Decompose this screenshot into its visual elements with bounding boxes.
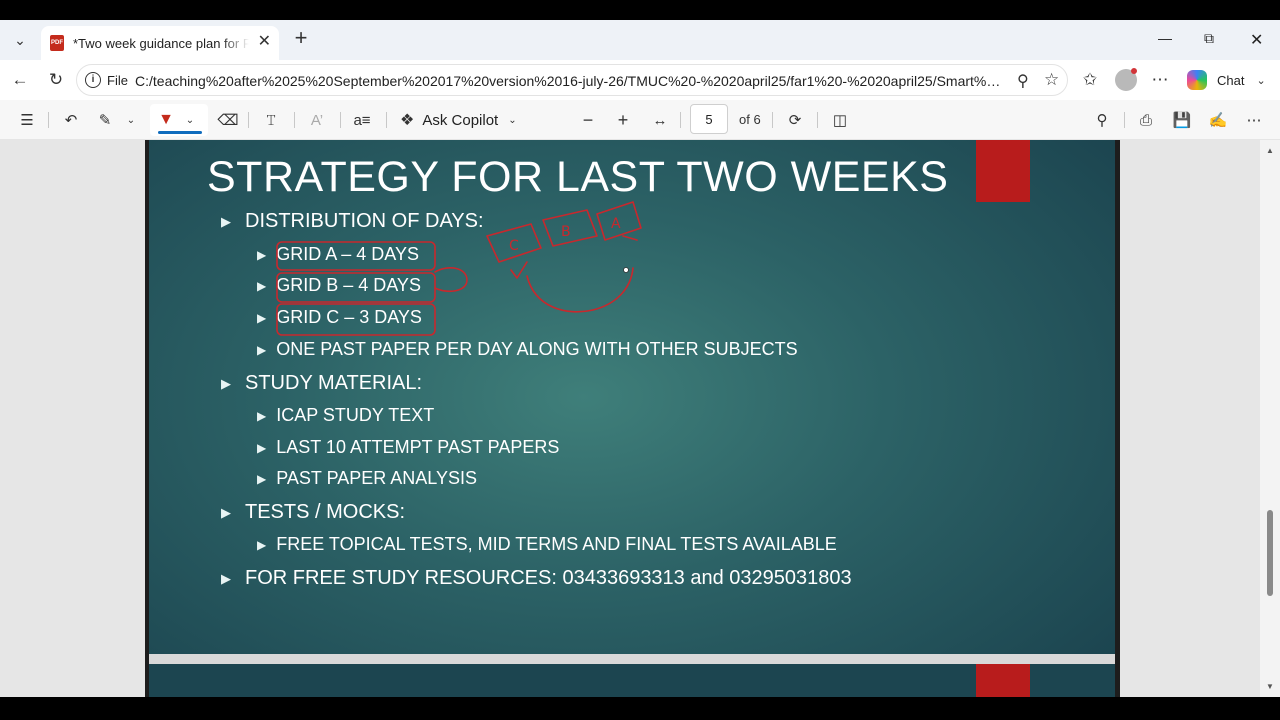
chevron-down-icon[interactable]: ⌄ <box>8 28 32 52</box>
tab-title: *Two week guidance plan for FAR1 <box>73 35 249 51</box>
pen-cursor <box>623 267 629 273</box>
fit-width-icon[interactable]: ↔ <box>649 110 671 130</box>
table-of-contents-icon[interactable]: ☰ <box>16 110 38 130</box>
ink-tick <box>510 261 528 279</box>
ink-loop <box>434 267 468 293</box>
ink-stroke <box>622 235 638 241</box>
slide-accent <box>976 664 1030 697</box>
favorites-icon[interactable]: ✩ <box>1080 70 1100 90</box>
copilot-icon: ❖ <box>400 112 415 129</box>
window-close-icon[interactable]: ✕ <box>1250 30 1263 50</box>
info-icon[interactable]: i <box>85 72 101 88</box>
scroll-up-icon[interactable]: ▲ <box>1266 146 1274 155</box>
ink-letter-c: C <box>509 238 519 254</box>
separator <box>294 112 295 128</box>
page-number-input[interactable]: 5 <box>690 104 728 134</box>
page-gap <box>149 654 1115 664</box>
notification-dot <box>1131 68 1137 74</box>
separator <box>386 112 387 128</box>
ink-letter-a: A <box>611 216 621 232</box>
separator <box>340 112 341 128</box>
navigation-bar: ← ↻ i File C:/teaching%20after%2025%20Se… <box>0 60 1280 100</box>
separator <box>48 112 49 128</box>
tab-pdf-document[interactable]: PDF *Two week guidance plan for FAR1 ✕ <box>41 26 279 60</box>
zoom-icon[interactable]: ⚲ <box>1017 71 1029 91</box>
draw-pen-icon: ▼ <box>158 111 174 128</box>
plus-icon[interactable]: + <box>613 110 633 130</box>
address-bar[interactable]: i File C:/teaching%20after%2025%20Septem… <box>76 64 1068 96</box>
chevron-down-icon: ⌄ <box>1256 74 1266 87</box>
pdf-viewer[interactable]: STRATEGY FOR LAST TWO WEEKS ▶ DISTRIBUTI… <box>0 140 1280 697</box>
refresh-icon[interactable]: ↻ <box>46 70 66 90</box>
plus-icon[interactable]: + <box>290 27 312 50</box>
read-aloud-icon[interactable]: A’ <box>306 110 328 130</box>
scroll-down-icon[interactable]: ▼ <box>1266 682 1274 691</box>
star-icon[interactable]: ☆ <box>1044 70 1059 90</box>
ask-copilot-label: Ask Copilot <box>422 111 499 129</box>
slide-page-5: STRATEGY FOR LAST TWO WEEKS ▶ DISTRIBUTI… <box>149 140 1115 654</box>
back-arrow-icon[interactable]: ← <box>10 70 30 90</box>
translate-icon[interactable]: a≡ <box>351 110 373 130</box>
ink-arc <box>526 267 634 313</box>
ink-box-grid-b <box>276 272 436 303</box>
close-icon[interactable]: ✕ <box>258 34 271 50</box>
url-scheme: File <box>107 73 128 88</box>
chat-label: Chat <box>1217 72 1245 88</box>
separator <box>680 112 681 128</box>
more-icon[interactable]: ⋯ <box>1243 110 1265 130</box>
separator <box>1124 112 1125 128</box>
slide-page-6 <box>149 664 1115 697</box>
add-text-icon[interactable]: 𝚃 <box>260 110 282 130</box>
undo-icon[interactable]: ↶ <box>60 110 82 130</box>
scrollbar-thumb[interactable] <box>1267 510 1273 596</box>
chevron-down-icon[interactable]: ⌄ <box>124 110 138 130</box>
tab-strip: ⌄ PDF *Two week guidance plan for FAR1 ✕… <box>0 20 1280 60</box>
rotate-icon[interactable]: ⟳ <box>784 110 806 130</box>
minimize-icon[interactable]: — <box>1158 30 1172 46</box>
separator <box>817 112 818 128</box>
print-icon[interactable]: ⎙ <box>1135 110 1157 130</box>
chevron-down-icon: ⌄ <box>185 114 195 126</box>
search-icon[interactable]: ⚲ <box>1091 110 1113 130</box>
ink-box-grid-a <box>276 241 436 271</box>
pdf-icon: PDF <box>50 35 64 51</box>
top-black-bar <box>0 0 1280 20</box>
ask-copilot-button[interactable]: ❖ Ask Copilot ⌄ <box>398 104 526 136</box>
save-icon[interactable]: 💾 <box>1171 110 1193 130</box>
page-count: of 6 <box>739 112 761 127</box>
active-indicator <box>158 131 202 134</box>
save-as-icon[interactable]: ✍ <box>1207 110 1229 130</box>
chat-button[interactable]: Chat ⌄ <box>1181 64 1273 96</box>
bottom-black-bar <box>0 697 1280 720</box>
vertical-scrollbar[interactable]: ▲ ▼ <box>1260 140 1280 697</box>
ink-letter-b: B <box>561 224 571 240</box>
separator <box>772 112 773 128</box>
chevron-down-icon: ⌄ <box>508 114 517 126</box>
more-icon[interactable]: ⋯ <box>1150 70 1170 90</box>
ink-box-grid-c <box>276 303 436 336</box>
draw-button[interactable]: ▼ ⌄ <box>150 104 208 136</box>
highlighter-icon[interactable]: ✎ <box>94 110 116 130</box>
ink-annotations: C B A <box>276 201 642 336</box>
copilot-icon <box>1187 70 1207 90</box>
url-text[interactable]: C:/teaching%20after%2025%20September%202… <box>135 73 1007 89</box>
minus-icon[interactable]: − <box>578 110 598 130</box>
pdf-toolbar: ☰ ↶ ✎ ⌄ ▼ ⌄ ⌫ 𝚃 A’ a≡ ❖ Ask Copilot ⌄ − … <box>0 100 1280 140</box>
restore-icon[interactable]: ⧉ <box>1204 30 1214 47</box>
eraser-icon[interactable]: ⌫ <box>217 110 239 130</box>
separator <box>248 112 249 128</box>
page-view-icon[interactable]: ◫ <box>829 110 851 130</box>
